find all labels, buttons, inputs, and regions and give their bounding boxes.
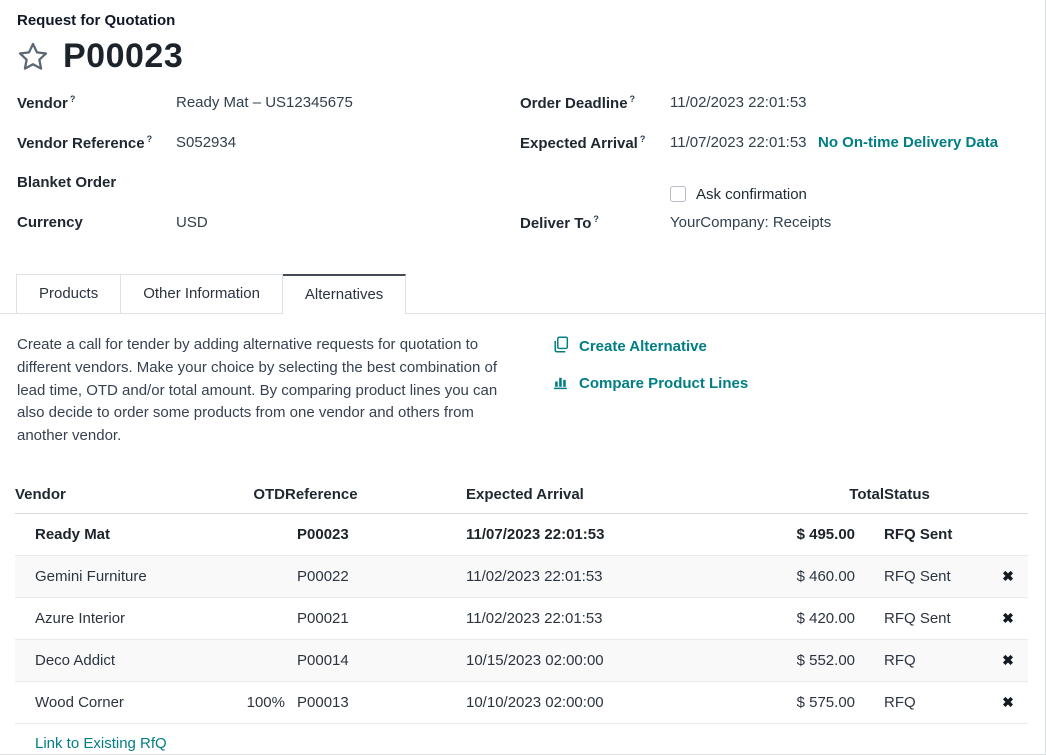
cell-otd: 100% xyxy=(227,694,285,711)
tab-alternatives[interactable]: Alternatives xyxy=(283,274,406,314)
vendor-value[interactable]: Ready Mat – US12345675 xyxy=(176,94,353,111)
table-row[interactable]: Deco Addict P00014 10/15/2023 02:00:00 $… xyxy=(15,640,1028,682)
alternatives-tab-content: Create a call for tender by adding alter… xyxy=(0,314,1045,448)
cell-reference: P00022 xyxy=(285,568,466,585)
cell-status: RFQ Sent xyxy=(884,526,988,543)
vendor-reference-label: Vendor Reference? xyxy=(17,134,176,152)
field-column-left: Vendor? Ready Mat – US12345675 Vendor Re… xyxy=(0,94,520,254)
tab-products[interactable]: Products xyxy=(16,274,121,313)
rfq-form-page: Request for Quotation P00023 Vendor? Rea… xyxy=(0,0,1046,755)
help-icon: ? xyxy=(630,94,636,104)
vendor-label: Vendor? xyxy=(17,94,176,112)
compare-product-lines-label: Compare Product Lines xyxy=(579,375,748,392)
copy-icon xyxy=(553,336,570,357)
remove-row-icon[interactable]: ✖ xyxy=(1002,611,1014,625)
field-deliver-to: Deliver To? YourCompany: Receipts xyxy=(520,214,1029,254)
col-header-otd[interactable]: OTD xyxy=(227,478,285,513)
table-row[interactable]: Azure Interior P00021 11/02/2023 22:01:5… xyxy=(15,598,1028,640)
cell-status: RFQ Sent xyxy=(884,610,988,627)
deliver-to-label: Deliver To? xyxy=(520,214,670,232)
remove-row-icon[interactable]: ✖ xyxy=(1002,653,1014,667)
cell-expected-arrival: 11/02/2023 22:01:53 xyxy=(466,610,754,627)
cell-reference: P00013 xyxy=(285,694,466,711)
table-header-row: Vendor OTD Reference Expected Arrival To… xyxy=(15,478,1028,514)
expected-arrival-wrap: 11/07/2023 22:01:53 No On-time Delivery … xyxy=(670,134,998,151)
bar-chart-icon xyxy=(553,373,570,394)
cell-status: RFQ Sent xyxy=(884,568,988,585)
cell-vendor: Gemini Furniture xyxy=(15,568,227,585)
col-header-reference[interactable]: Reference xyxy=(285,478,466,513)
field-blanket-order: Blanket Order xyxy=(17,174,520,214)
create-alternative-label: Create Alternative xyxy=(579,338,707,355)
field-expected-arrival: Expected Arrival? 11/07/2023 22:01:53 No… xyxy=(520,134,1029,174)
cell-total: $ 552.00 xyxy=(754,652,884,669)
cell-vendor: Deco Addict xyxy=(15,652,227,669)
col-header-status[interactable]: Status xyxy=(884,478,988,513)
form-sheet: Request for Quotation P00023 Vendor? Rea… xyxy=(0,0,1045,755)
cell-reference: P00021 xyxy=(285,610,466,627)
order-deadline-value[interactable]: 11/02/2023 22:01:53 xyxy=(670,94,807,111)
field-area: Vendor? Ready Mat – US12345675 Vendor Re… xyxy=(0,94,1045,254)
field-column-right: Order Deadline? 11/02/2023 22:01:53 Expe… xyxy=(520,94,1029,254)
cell-expected-arrival: 11/07/2023 22:01:53 xyxy=(466,526,754,543)
cell-vendor: Wood Corner xyxy=(15,694,227,711)
col-header-vendor[interactable]: Vendor xyxy=(15,478,227,513)
cell-reference: P00014 xyxy=(285,652,466,669)
table-footer: Link to Existing RfQ xyxy=(15,724,1028,755)
col-header-total[interactable]: Total xyxy=(754,478,884,513)
expected-arrival-value[interactable]: 11/07/2023 22:01:53 xyxy=(670,134,811,151)
field-currency: Currency USD xyxy=(17,214,520,254)
favorite-star-icon[interactable] xyxy=(15,39,51,75)
help-icon: ? xyxy=(70,94,76,104)
remove-row-icon[interactable]: ✖ xyxy=(1002,695,1014,709)
otd-delivery-badge: No On-time Delivery Data xyxy=(818,134,998,151)
notebook-tabs: Products Other Information Alternatives xyxy=(0,274,1045,314)
ask-confirmation-checkbox[interactable] xyxy=(670,186,686,202)
table-row[interactable]: Ready Mat P00023 11/07/2023 22:01:53 $ 4… xyxy=(15,514,1028,556)
page-title: P00023 xyxy=(63,37,183,76)
order-deadline-label: Order Deadline? xyxy=(520,94,670,112)
help-icon: ? xyxy=(640,134,646,144)
cell-reference: P00023 xyxy=(285,526,466,543)
cell-total: $ 460.00 xyxy=(754,568,884,585)
tab-other-information[interactable]: Other Information xyxy=(121,274,283,313)
cell-expected-arrival: 11/02/2023 22:01:53 xyxy=(466,568,754,585)
create-alternative-button[interactable]: Create Alternative xyxy=(553,336,748,357)
alternatives-actions: Create Alternative Compare Product Lines xyxy=(553,334,748,410)
cell-total: $ 575.00 xyxy=(754,694,884,711)
ask-confirmation-label: Ask confirmation xyxy=(696,186,807,203)
doc-type-label: Request for Quotation xyxy=(0,12,1045,29)
field-ask-confirmation: Ask confirmation xyxy=(670,174,1029,214)
blanket-order-label: Blanket Order xyxy=(17,174,176,191)
currency-label: Currency xyxy=(17,214,176,231)
help-icon: ? xyxy=(147,134,153,144)
link-to-existing-rfq-button[interactable]: Link to Existing RfQ xyxy=(35,735,167,752)
cell-status: RFQ xyxy=(884,694,988,711)
currency-value[interactable]: USD xyxy=(176,214,208,231)
help-icon: ? xyxy=(593,214,599,224)
cell-expected-arrival: 10/15/2023 02:00:00 xyxy=(466,652,754,669)
remove-row-icon[interactable]: ✖ xyxy=(1002,569,1014,583)
cell-total: $ 495.00 xyxy=(754,526,884,543)
deliver-to-value[interactable]: YourCompany: Receipts xyxy=(670,214,831,231)
table-row[interactable]: Wood Corner 100% P00013 10/10/2023 02:00… xyxy=(15,682,1028,724)
field-order-deadline: Order Deadline? 11/02/2023 22:01:53 xyxy=(520,94,1029,134)
field-vendor: Vendor? Ready Mat – US12345675 xyxy=(17,94,520,134)
field-vendor-reference: Vendor Reference? S052934 xyxy=(17,134,520,174)
table-body: Ready Mat P00023 11/07/2023 22:01:53 $ 4… xyxy=(15,514,1028,724)
vendor-reference-value[interactable]: S052934 xyxy=(176,134,236,151)
cell-vendor: Azure Interior xyxy=(15,610,227,627)
cell-vendor: Ready Mat xyxy=(15,526,227,543)
alternatives-table: Vendor OTD Reference Expected Arrival To… xyxy=(15,478,1028,755)
cell-status: RFQ xyxy=(884,652,988,669)
alternatives-description: Create a call for tender by adding alter… xyxy=(17,334,523,448)
col-header-expected-arrival[interactable]: Expected Arrival xyxy=(466,478,754,513)
cell-total: $ 420.00 xyxy=(754,610,884,627)
cell-expected-arrival: 10/10/2023 02:00:00 xyxy=(466,694,754,711)
title-row: P00023 xyxy=(0,37,1045,76)
expected-arrival-label: Expected Arrival? xyxy=(520,134,670,152)
table-row[interactable]: Gemini Furniture P00022 11/02/2023 22:01… xyxy=(15,556,1028,598)
compare-product-lines-button[interactable]: Compare Product Lines xyxy=(553,373,748,394)
